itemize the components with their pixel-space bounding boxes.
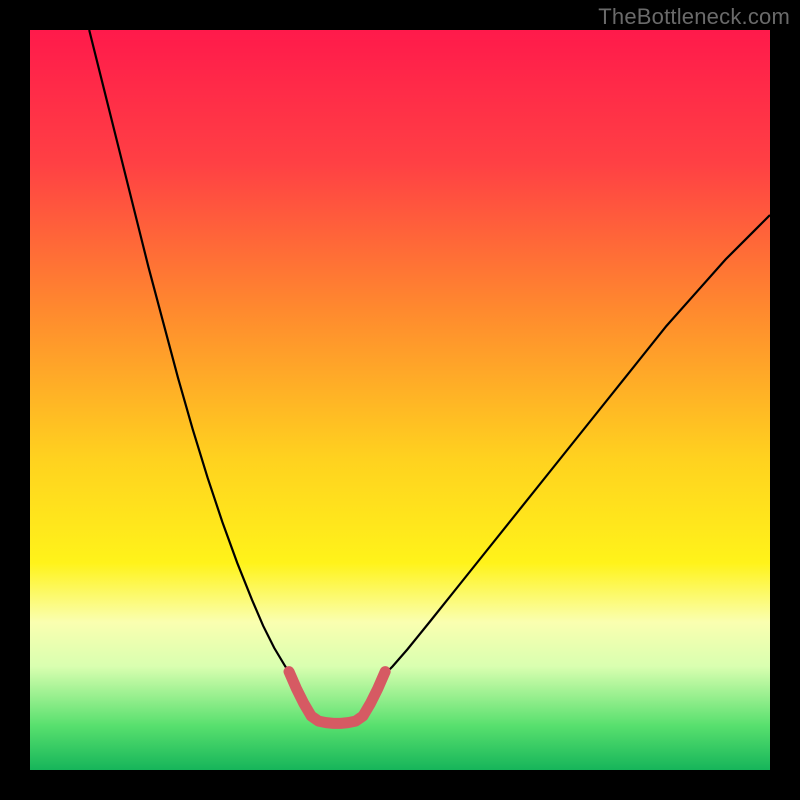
- chart-frame: TheBottleneck.com: [0, 0, 800, 800]
- chart-svg: [30, 30, 770, 770]
- watermark-text: TheBottleneck.com: [598, 4, 790, 30]
- plot-area: [30, 30, 770, 770]
